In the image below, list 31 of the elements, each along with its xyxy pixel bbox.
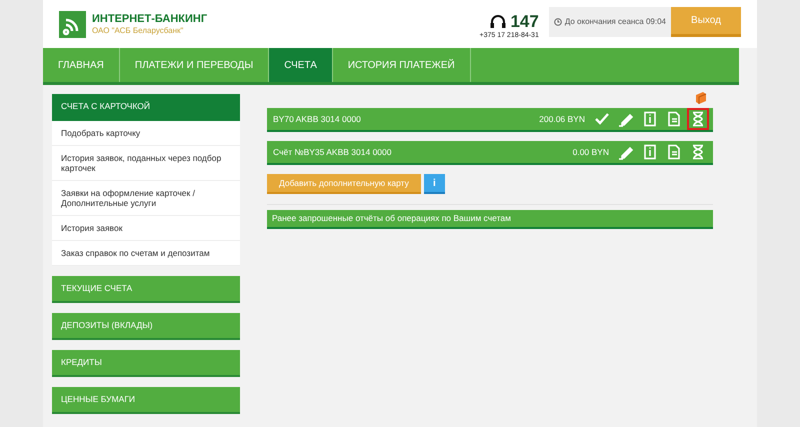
clock-icon (554, 18, 562, 26)
account-number: BY70 AKBB 3014 0000 (273, 112, 361, 126)
sidebar-section[interactable]: СЧЕТА С КАРТОЧКОЙ (52, 94, 240, 121)
sidebar-item[interactable]: Подобрать карточку (52, 121, 240, 146)
sidebar-item[interactable]: Заявки на оформление карточек / Дополнительные услуги (52, 181, 240, 216)
hotline-number: 147 (510, 13, 539, 30)
sidebar-section[interactable]: ЦЕННЫЕ БУМАГИ (52, 387, 240, 414)
add-card-button[interactable]: Добавить дополнительную карту (267, 174, 421, 194)
headset-icon (489, 12, 508, 31)
account-balance: 0.00 BYN (572, 146, 609, 158)
sidebar-section[interactable]: КРЕДИТЫ (52, 350, 240, 377)
bank-name: ОАО "АСБ Беларусбанк" (92, 26, 184, 34)
nav-tab[interactable]: СЧЕТА (269, 48, 333, 82)
account-number: Счёт №BY35 AKBB 3014 0000 (273, 146, 392, 158)
session-time-text: До окончания сеанса 09:04 (564, 16, 666, 28)
sidebar-item[interactable]: Заказ справок по счетам и депозитам (52, 241, 240, 266)
nav-tab[interactable]: ИСТОРИЯ ПЛАТЕЖЕЙ (332, 48, 471, 82)
sidebar-section[interactable]: ДЕПОЗИТЫ (ВКЛАДЫ) (52, 313, 240, 340)
account-balance: 200.06 BYN (539, 112, 585, 126)
sidebar-item[interactable]: История заявок (52, 216, 240, 241)
hourglass-icon[interactable] (687, 108, 709, 130)
help-book-icon[interactable] (695, 91, 707, 104)
bank-logo-icon (59, 10, 86, 38)
logout-button[interactable]: Выход (671, 7, 741, 37)
sidebar-section[interactable]: ТЕКУЩИЕ СЧЕТА (52, 276, 240, 303)
brand-title: ИНТЕРНЕТ-БАНКИНГ (92, 14, 208, 24)
account-row[interactable]: Счёт №BY35 AKBB 3014 0000 0.00 BYN (267, 141, 713, 165)
nav-tab[interactable]: ГЛАВНАЯ (43, 48, 120, 82)
reports-bar[interactable]: Ранее запрошенные отчёты об операциях по Вашим счетам (267, 210, 713, 229)
info-button[interactable]: i (424, 174, 445, 194)
sidebar-item[interactable]: История заявок, поданных через подбор карточек (52, 146, 240, 181)
